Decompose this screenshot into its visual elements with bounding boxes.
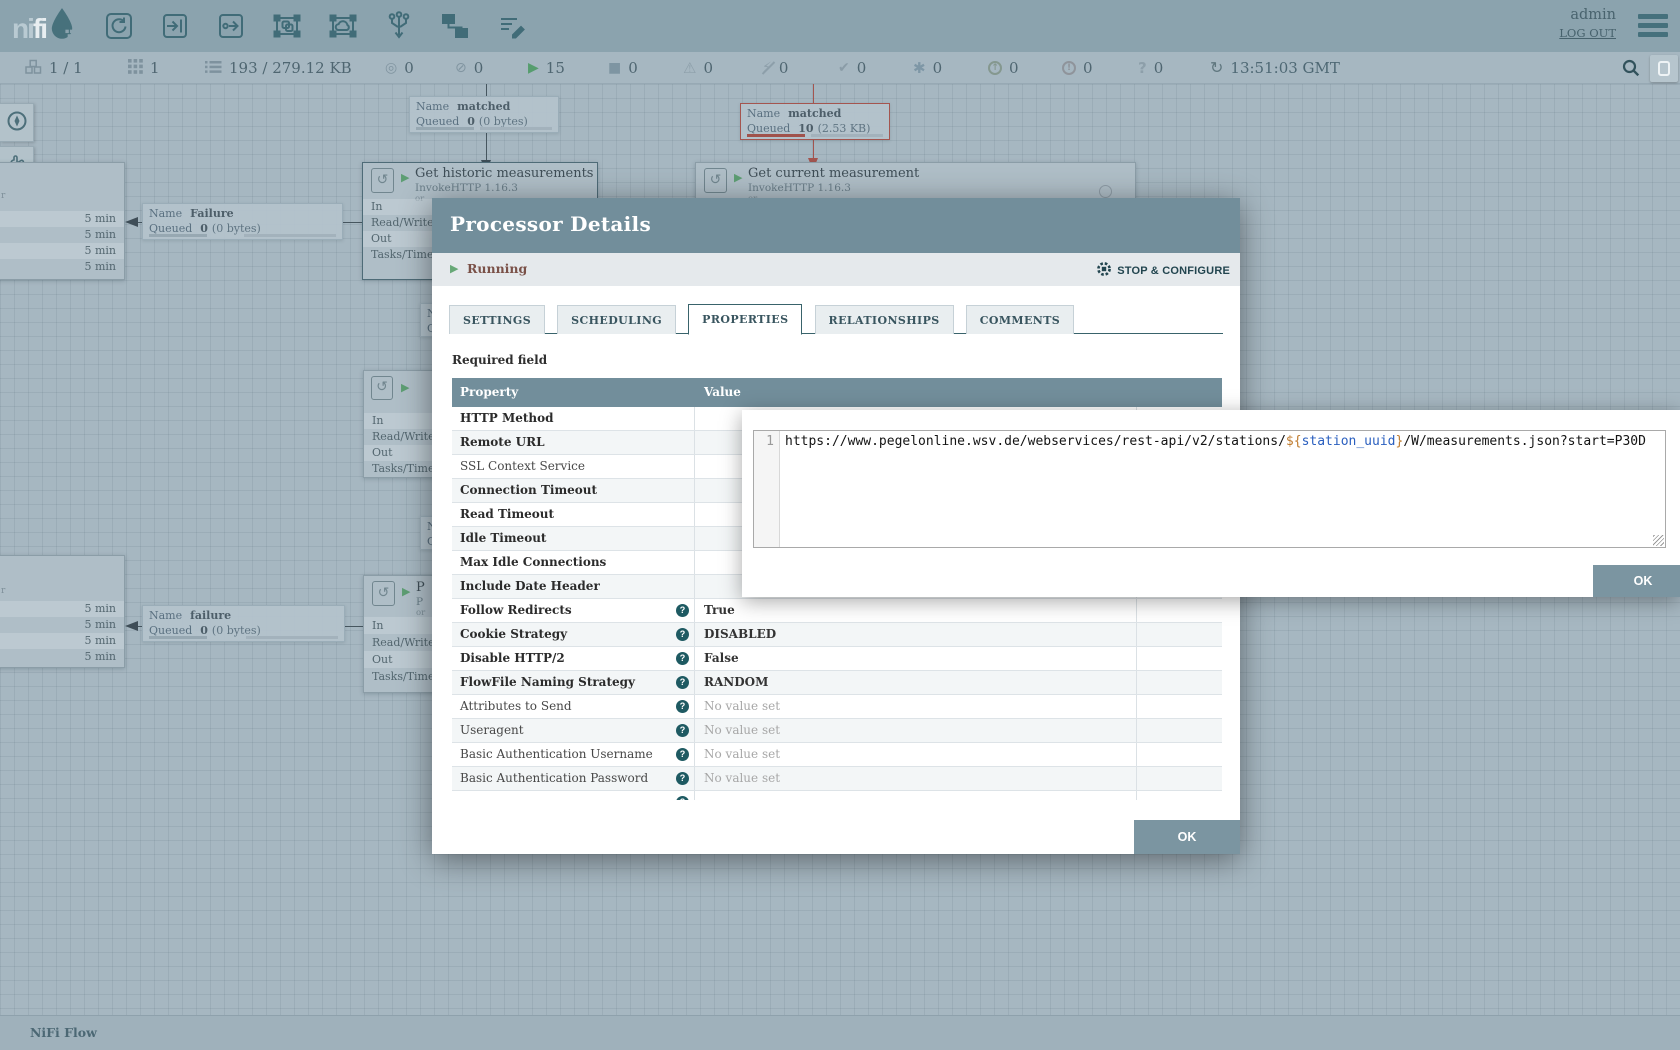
connection-arrow — [125, 217, 138, 227]
stale-up-arrow-icon: ↑ — [988, 61, 1002, 75]
running-icon: ▶ — [402, 585, 410, 598]
processor-component-icon[interactable] — [104, 11, 134, 41]
processor-icon: ↺ — [371, 168, 394, 193]
help-icon[interactable]: ? — [676, 748, 689, 761]
connection-label-matched-2[interactable]: Namematched Queued10(2.53 KB) — [740, 103, 890, 140]
process-group-component-icon[interactable] — [272, 11, 302, 41]
connection-label-failure-2[interactable]: Namefailure Queued0(0 bytes) — [142, 605, 345, 642]
help-icon[interactable]: ? — [676, 724, 689, 737]
processor-clipped-left-2[interactable]: r 5 min 5 min 5 min 5 min — [0, 555, 125, 668]
navigate-palette-button[interactable] — [0, 103, 34, 142]
input-port-component-icon[interactable] — [160, 11, 190, 41]
help-icon[interactable]: ? — [676, 604, 689, 617]
output-port-component-icon[interactable] — [216, 11, 246, 41]
processor-icon: ↺ — [704, 168, 727, 193]
compass-icon — [6, 110, 28, 136]
tab-properties[interactable]: PROPERTIES — [688, 304, 802, 335]
tab-relationships[interactable]: RELATIONSHIPS — [815, 305, 954, 334]
funnel-component-icon[interactable] — [384, 11, 414, 41]
editor-ok-button[interactable]: OK — [1593, 565, 1680, 597]
running-count-icon: ▶ — [528, 61, 539, 75]
processor-icon: ↺ — [371, 376, 393, 400]
connection-label-matched-1[interactable]: Namematched Queued0(0 bytes) — [409, 96, 559, 133]
dialog-title: Processor Details — [432, 198, 1240, 236]
property-row: Cookie Strategy?DISABLED — [452, 623, 1222, 647]
property-row: FlowFile Naming Strategy?RANDOM — [452, 671, 1222, 695]
template-component-icon[interactable] — [440, 11, 470, 41]
app-header: nifi — [0, 0, 1680, 52]
stop-and-configure-button[interactable]: STOP & CONFIGURE — [1096, 261, 1230, 280]
last-refreshed-time: 13:51:03 GMT — [1230, 59, 1339, 77]
label-component-icon[interactable] — [496, 11, 526, 41]
value-editor-textarea[interactable]: 1 https://www.pegelonline.wsv.de/webserv… — [753, 430, 1666, 548]
connection-arrow — [125, 621, 138, 631]
running-icon: ▶ — [401, 381, 409, 394]
tab-comments[interactable]: COMMENTS — [966, 305, 1074, 334]
processor-icon: ↺ — [372, 581, 395, 606]
search-icon[interactable] — [1622, 59, 1640, 77]
help-icon[interactable]: ? — [676, 796, 689, 800]
resize-handle[interactable] — [1653, 535, 1664, 546]
panel-toggle-button[interactable] — [1650, 55, 1678, 82]
property-row: Basic Authentication Username?No value s… — [452, 743, 1222, 767]
locally-modified-asterisk-icon: ✱ — [913, 61, 926, 76]
breadcrumb-bar: NiFi Flow — [0, 1015, 1680, 1050]
dialog-header: Processor Details — [432, 198, 1240, 253]
nifi-logo: nifi — [12, 7, 76, 45]
dialog-status-row: ▶ Running STOP & CONFIGURE — [432, 253, 1240, 286]
help-icon[interactable]: ? — [676, 676, 689, 689]
processor-badge-icon — [1099, 185, 1112, 198]
nifi-app: Namematched Queued0(0 bytes) Namematched… — [0, 0, 1680, 1050]
dialog-tab-bar: SETTINGS SCHEDULING PROPERTIES RELATIONS… — [449, 303, 1223, 334]
property-value-editor: 1 https://www.pegelonline.wsv.de/webserv… — [742, 410, 1680, 597]
help-icon[interactable]: ? — [676, 652, 689, 665]
not-transmitting-icon: ⊘ — [455, 61, 467, 75]
run-state-label: Running — [467, 261, 527, 276]
invalid-warning-icon: ⚠ — [683, 61, 696, 76]
tab-scheduling[interactable]: SCHEDULING — [557, 305, 676, 334]
breadcrumb[interactable]: NiFi Flow — [30, 1025, 97, 1040]
running-icon: ▶ — [734, 171, 742, 184]
help-icon[interactable]: ? — [676, 772, 689, 785]
global-menu-icon[interactable] — [1638, 14, 1668, 41]
queued-list-icon — [205, 60, 222, 77]
component-toolbar — [104, 11, 526, 41]
properties-table-header: Property Value — [452, 378, 1222, 407]
editor-code-line: https://www.pegelonline.wsv.de/webservic… — [785, 434, 1663, 449]
property-row: Attributes to Send?No value set — [452, 695, 1222, 719]
stopped-count-icon: ■ — [608, 61, 621, 75]
property-row: Follow Redirects?True — [452, 599, 1222, 623]
processor-clipped-left-1[interactable]: r 5 min 5 min 5 min 5 min — [0, 162, 125, 280]
transmitting-icon: ◎ — [385, 61, 397, 75]
logout-link[interactable]: LOG OUT — [1559, 26, 1616, 40]
line-number-gutter: 1 — [754, 431, 780, 547]
property-row: Basic Authentication Password?No value s… — [452, 767, 1222, 791]
sync-failure-question-icon: ? — [1138, 61, 1147, 76]
page-icon — [1658, 61, 1670, 76]
modified-stale-exclamation-icon: ! — [1062, 61, 1076, 75]
property-row: Useragent?No value set — [452, 719, 1222, 743]
cluster-cubes-icon — [25, 59, 42, 78]
running-icon: ▶ — [401, 171, 409, 184]
help-icon[interactable]: ? — [676, 700, 689, 713]
disabled-bolt-icon: ⚡ — [762, 61, 772, 75]
refresh-icon[interactable]: ↻ — [1210, 60, 1223, 76]
up-to-date-check-icon: ✔ — [838, 61, 850, 75]
connection-label-failure-1[interactable]: NameFailure Queued0(0 bytes) — [142, 203, 343, 240]
tab-settings[interactable]: SETTINGS — [449, 305, 545, 334]
required-field-note: Required field — [452, 353, 1240, 367]
current-user: admin — [1559, 7, 1616, 23]
remote-process-group-component-icon[interactable] — [328, 11, 358, 41]
property-row: Disable HTTP/2?False — [452, 647, 1222, 671]
help-icon[interactable]: ? — [676, 628, 689, 641]
nifi-droplet-icon — [48, 7, 76, 45]
threads-grid-icon — [128, 59, 143, 77]
running-status-icon: ▶ — [450, 262, 458, 275]
gear-stop-icon — [1096, 261, 1112, 280]
dialog-ok-button[interactable]: OK — [1134, 820, 1240, 854]
flow-status-bar: 1 / 1 1 193 / 279.12 KB ◎0 ⊘0 ▶15 ■0 ⚠0 … — [0, 52, 1680, 84]
property-row-clipped: ? — [452, 791, 1222, 800]
